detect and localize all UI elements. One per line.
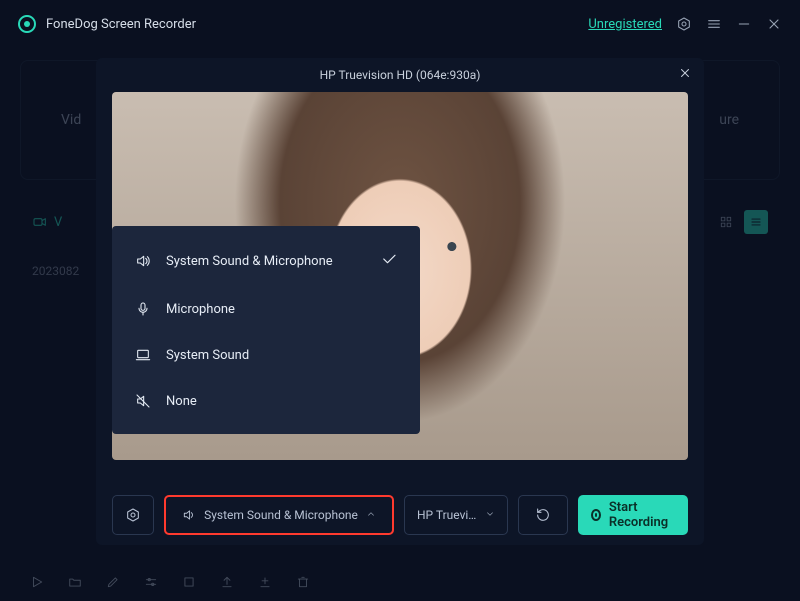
menu-item-label: None [166,394,197,409]
tab-video-partial: Vid [61,112,81,128]
camera-device-dropdown[interactable]: HP Truevi... [404,495,508,535]
modal-title: HP Truevision HD (064e:930a) [320,68,481,82]
folder-icon[interactable] [68,575,82,589]
audio-source-label: System Sound & Microphone [204,508,358,522]
edit-icon[interactable] [106,575,120,589]
close-icon[interactable] [678,66,692,83]
start-recording-label: Start Recording [609,500,675,530]
start-recording-button[interactable]: Start Recording [578,495,688,535]
grid-view-button[interactable] [714,210,738,234]
camera-pill-label: V [54,215,62,230]
menu-item-microphone[interactable]: Microphone [112,286,420,332]
menu-item-system-sound[interactable]: System Sound [112,332,420,378]
trash-icon[interactable] [296,575,310,589]
audio-source-dropdown[interactable]: System Sound & Microphone [164,495,394,535]
close-window-icon[interactable] [766,16,782,32]
title-bar: FoneDog Screen Recorder Unregistered [0,0,800,48]
tab-capture-partial: ure [719,112,739,128]
microphone-icon [134,300,152,318]
add-icon[interactable] [258,575,272,589]
modal-controls: System Sound & Microphone HP Truevi... S… [96,481,704,545]
record-icon [591,509,601,521]
title-left: FoneDog Screen Recorder [18,15,196,33]
view-toggles [714,210,768,234]
chevron-down-icon [485,509,495,522]
menu-item-label: System Sound [166,348,249,363]
sliders-icon[interactable] [144,575,158,589]
minimize-icon[interactable] [736,16,752,32]
expand-icon[interactable] [182,575,196,589]
camera-pill[interactable]: V [32,214,62,230]
menu-item-system-and-mic[interactable]: System Sound & Microphone [112,236,420,286]
upload-icon[interactable] [220,575,234,589]
modal-header: HP Truevision HD (064e:930a) [96,58,704,92]
app-title: FoneDog Screen Recorder [46,17,196,32]
menu-item-none[interactable]: None [112,378,420,424]
menu-icon[interactable] [706,16,722,32]
menu-item-label: Microphone [166,302,235,317]
restart-button[interactable] [518,495,568,535]
modal-settings-button[interactable] [112,495,154,535]
app-logo-icon [18,15,36,33]
menu-item-label: System Sound & Microphone [166,254,333,269]
speaker-muted-icon [134,392,152,410]
bottom-toolbar [30,575,310,589]
settings-icon[interactable] [676,16,692,32]
play-icon[interactable] [30,575,44,589]
title-right: Unregistered [588,16,782,32]
speaker-icon [134,252,152,270]
audio-source-menu: System Sound & Microphone Microphone Sys… [112,226,420,434]
laptop-icon [134,346,152,364]
list-view-button[interactable] [744,210,768,234]
camera-device-label: HP Truevi... [417,508,477,522]
registration-status-link[interactable]: Unregistered [588,17,662,32]
chevron-up-icon [366,509,376,522]
check-icon [380,250,398,272]
webcam-modal: HP Truevision HD (064e:930a) System Soun… [96,58,704,545]
